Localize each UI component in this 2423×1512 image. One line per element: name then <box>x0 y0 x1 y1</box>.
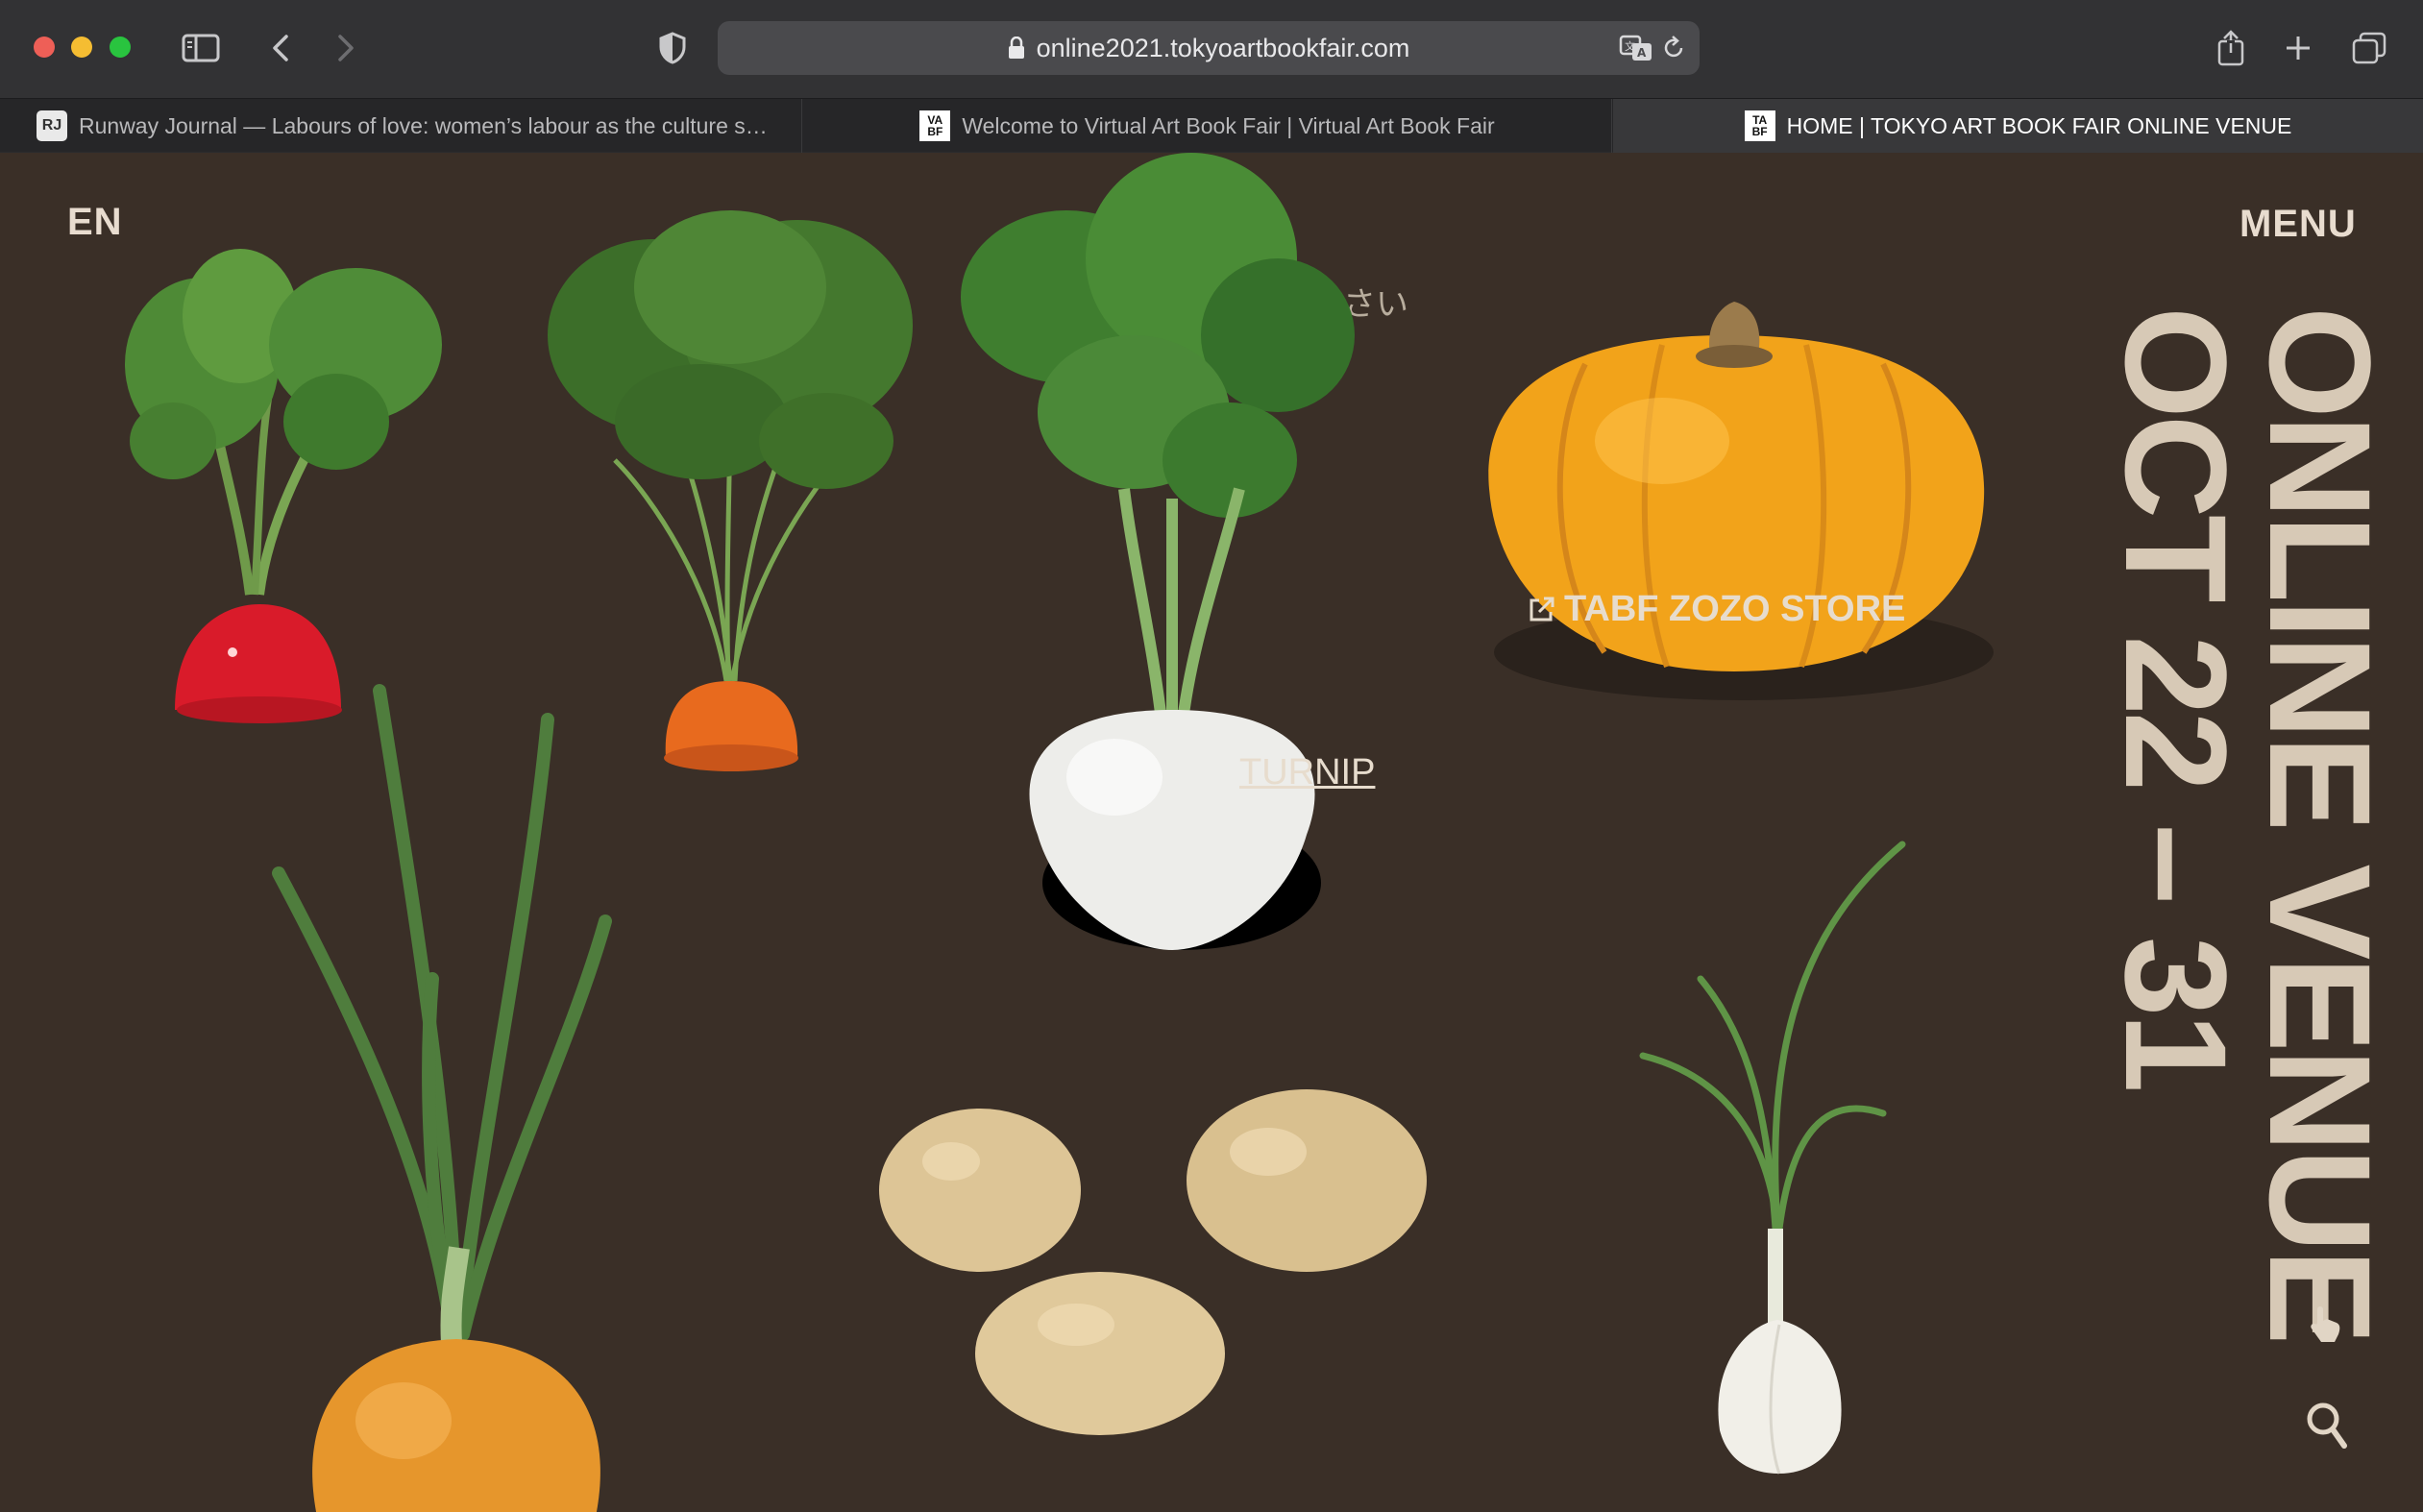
new-tab-icon[interactable] <box>2277 21 2319 75</box>
vabf-favicon-icon: VA BF <box>919 110 951 141</box>
privacy-shield-icon[interactable] <box>653 21 692 75</box>
sidebar-icon[interactable] <box>179 21 223 75</box>
zozo-store-link[interactable]: TABF ZOZO STORE <box>1526 589 1905 630</box>
tab-overview-icon[interactable] <box>2348 21 2390 75</box>
svg-text:A: A <box>1637 46 1647 60</box>
language-switch[interactable]: EN <box>67 201 123 244</box>
onion-image[interactable] <box>240 556 644 1512</box>
headline-online-venue: ONLINE VENUE <box>2239 306 2401 1342</box>
external-link-icon <box>1526 595 1556 625</box>
tab-title: Runway Journal — Labours of love: women’… <box>79 112 768 138</box>
tab-runway-journal[interactable]: RJ Runway Journal — Labours of love: wom… <box>0 99 802 153</box>
translate-icon[interactable]: 文A <box>1619 35 1653 61</box>
zozo-store-label: TABF ZOZO STORE <box>1564 589 1906 629</box>
page-content: EN MENU ス ださい <box>0 153 2423 1512</box>
browser-toolbar: online2021.tokyoartbookfair.com 文A <box>0 0 2423 98</box>
reload-icon[interactable] <box>1661 35 1686 61</box>
turnip-link[interactable]: TURNIP <box>1239 752 1375 793</box>
menu-button[interactable]: MENU <box>2239 203 2357 246</box>
address-bar[interactable]: online2021.tokyoartbookfair.com 文A <box>718 21 1700 75</box>
pointer-hand-icon <box>2304 1302 2350 1348</box>
minimize-window-button[interactable] <box>71 37 92 58</box>
back-icon[interactable] <box>261 21 300 75</box>
tabf-favicon-icon: TA BF <box>1744 110 1775 141</box>
url-text: online2021.tokyoartbookfair.com <box>1036 33 1410 62</box>
headline-dates: OCT 22 – 31 <box>2095 306 2257 1089</box>
tab-title: HOME | TOKYO ART BOOK FAIR ONLINE VENUE <box>1786 112 2292 138</box>
garlic-image[interactable] <box>1624 691 1931 1488</box>
potatoes-image[interactable] <box>865 1075 1460 1478</box>
tab-virtual-art-book-fair[interactable]: VA BF Welcome to Virtual Art Book Fair |… <box>803 99 1612 153</box>
zoom-window-button[interactable] <box>110 37 131 58</box>
favicon-bottom-text: BF <box>927 125 943 138</box>
runway-journal-favicon-icon: RJ <box>37 110 67 141</box>
share-icon[interactable] <box>2210 21 2252 75</box>
tab-tokyo-art-book-fair[interactable]: TA BF HOME | TOKYO ART BOOK FAIR ONLINE … <box>1613 99 2423 153</box>
lock-icon <box>1008 37 1025 60</box>
search-icon[interactable] <box>2304 1400 2350 1450</box>
close-window-button[interactable] <box>34 37 55 58</box>
tab-title: Welcome to Virtual Art Book Fair | Virtu… <box>962 112 1495 138</box>
svg-text:文: 文 <box>1625 39 1635 53</box>
tab-strip: RJ Runway Journal — Labours of love: wom… <box>0 98 2423 153</box>
favicon-bottom-text: BF <box>1751 125 1768 138</box>
pumpkin-image[interactable] <box>1470 268 1998 719</box>
turnip-image[interactable] <box>913 153 1393 950</box>
forward-icon[interactable] <box>327 21 365 75</box>
